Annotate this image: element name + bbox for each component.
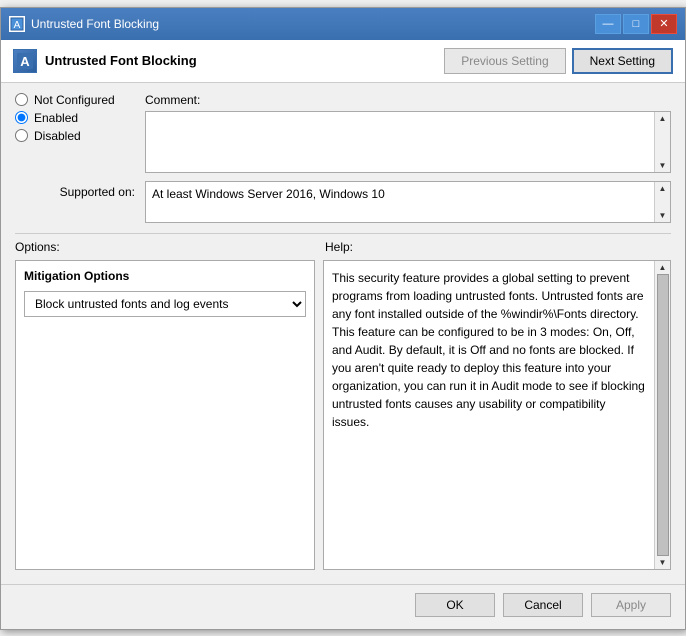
title-bar: A Untrusted Font Blocking — □ ✕ xyxy=(1,8,685,40)
radio-enabled-input[interactable] xyxy=(15,111,28,124)
dialog-header-left: A Untrusted Font Blocking xyxy=(13,49,197,73)
supported-row: Supported on: At least Windows Server 20… xyxy=(15,181,671,223)
cancel-button[interactable]: Cancel xyxy=(503,593,583,617)
section-labels: Options: Help: xyxy=(15,240,671,254)
apply-button[interactable]: Apply xyxy=(591,593,671,617)
radio-enabled[interactable]: Enabled xyxy=(15,111,145,125)
supported-label: Supported on: xyxy=(15,181,145,199)
title-bar-controls: — □ ✕ xyxy=(595,14,677,34)
radio-comment-row: Not Configured Enabled Disabled Comment: xyxy=(15,93,671,173)
options-section-label: Options: xyxy=(15,240,325,254)
svg-text:A: A xyxy=(20,54,30,69)
options-box-title: Mitigation Options xyxy=(24,269,306,283)
help-panel: This security feature provides a global … xyxy=(323,260,671,570)
radio-not-configured[interactable]: Not Configured xyxy=(15,93,145,107)
header-buttons: Previous Setting Next Setting xyxy=(444,48,673,74)
options-help-row: Mitigation Options Block untrusted fonts… xyxy=(15,260,671,570)
minimize-button[interactable]: — xyxy=(595,14,621,34)
options-box: Mitigation Options Block untrusted fonts… xyxy=(15,260,315,570)
radio-disabled-label: Disabled xyxy=(34,129,81,143)
comment-section: Comment: ▲ ▼ xyxy=(145,93,671,173)
comment-textarea[interactable] xyxy=(146,112,654,172)
supported-scrollbar: ▲ ▼ xyxy=(654,182,670,222)
header-icon: A xyxy=(13,49,37,73)
help-section-label: Help: xyxy=(325,240,671,254)
svg-text:A: A xyxy=(14,20,21,31)
comment-scroll-down-icon[interactable]: ▼ xyxy=(659,161,667,170)
comment-label: Comment: xyxy=(145,93,671,107)
radio-disabled[interactable]: Disabled xyxy=(15,129,145,143)
options-panel: Mitigation Options Block untrusted fonts… xyxy=(15,260,315,570)
comment-scroll-up-icon[interactable]: ▲ xyxy=(659,114,667,123)
radio-not-configured-label: Not Configured xyxy=(34,93,115,107)
mitigation-dropdown[interactable]: Block untrusted fonts and log events Do … xyxy=(24,291,306,317)
supported-scroll-up-icon[interactable]: ▲ xyxy=(659,184,667,193)
help-scroll-thumb[interactable] xyxy=(657,274,669,556)
help-box-container: This security feature provides a global … xyxy=(323,260,671,570)
close-button[interactable]: ✕ xyxy=(651,14,677,34)
comment-field-container: ▲ ▼ xyxy=(145,111,671,173)
radio-not-configured-input[interactable] xyxy=(15,93,28,106)
dialog-footer: OK Cancel Apply xyxy=(1,584,685,629)
help-text: This security feature provides a global … xyxy=(324,261,654,569)
title-bar-left: A Untrusted Font Blocking xyxy=(9,16,159,32)
dialog-header: A Untrusted Font Blocking Previous Setti… xyxy=(1,40,685,83)
ok-button[interactable]: OK xyxy=(415,593,495,617)
dialog-body: Not Configured Enabled Disabled Comment: xyxy=(1,83,685,580)
window-title: Untrusted Font Blocking xyxy=(31,17,159,31)
help-scrollbar: ▲ ▼ xyxy=(654,261,670,569)
main-window: A Untrusted Font Blocking — □ ✕ A Untrus… xyxy=(0,7,686,630)
window-icon: A xyxy=(9,16,25,32)
supported-scroll-down-icon[interactable]: ▼ xyxy=(659,211,667,220)
next-setting-button[interactable]: Next Setting xyxy=(572,48,673,74)
help-scroll-down-icon[interactable]: ▼ xyxy=(659,558,667,567)
header-title: Untrusted Font Blocking xyxy=(45,53,197,68)
prev-setting-button[interactable]: Previous Setting xyxy=(444,48,565,74)
supported-box: At least Windows Server 2016, Windows 10… xyxy=(145,181,671,223)
comment-scrollbar: ▲ ▼ xyxy=(654,112,670,172)
radio-enabled-label: Enabled xyxy=(34,111,78,125)
help-scroll-up-icon[interactable]: ▲ xyxy=(659,263,667,272)
supported-value: At least Windows Server 2016, Windows 10 xyxy=(146,182,654,222)
radio-disabled-input[interactable] xyxy=(15,129,28,142)
radio-section: Not Configured Enabled Disabled xyxy=(15,93,145,165)
maximize-button[interactable]: □ xyxy=(623,14,649,34)
section-divider xyxy=(15,233,671,234)
